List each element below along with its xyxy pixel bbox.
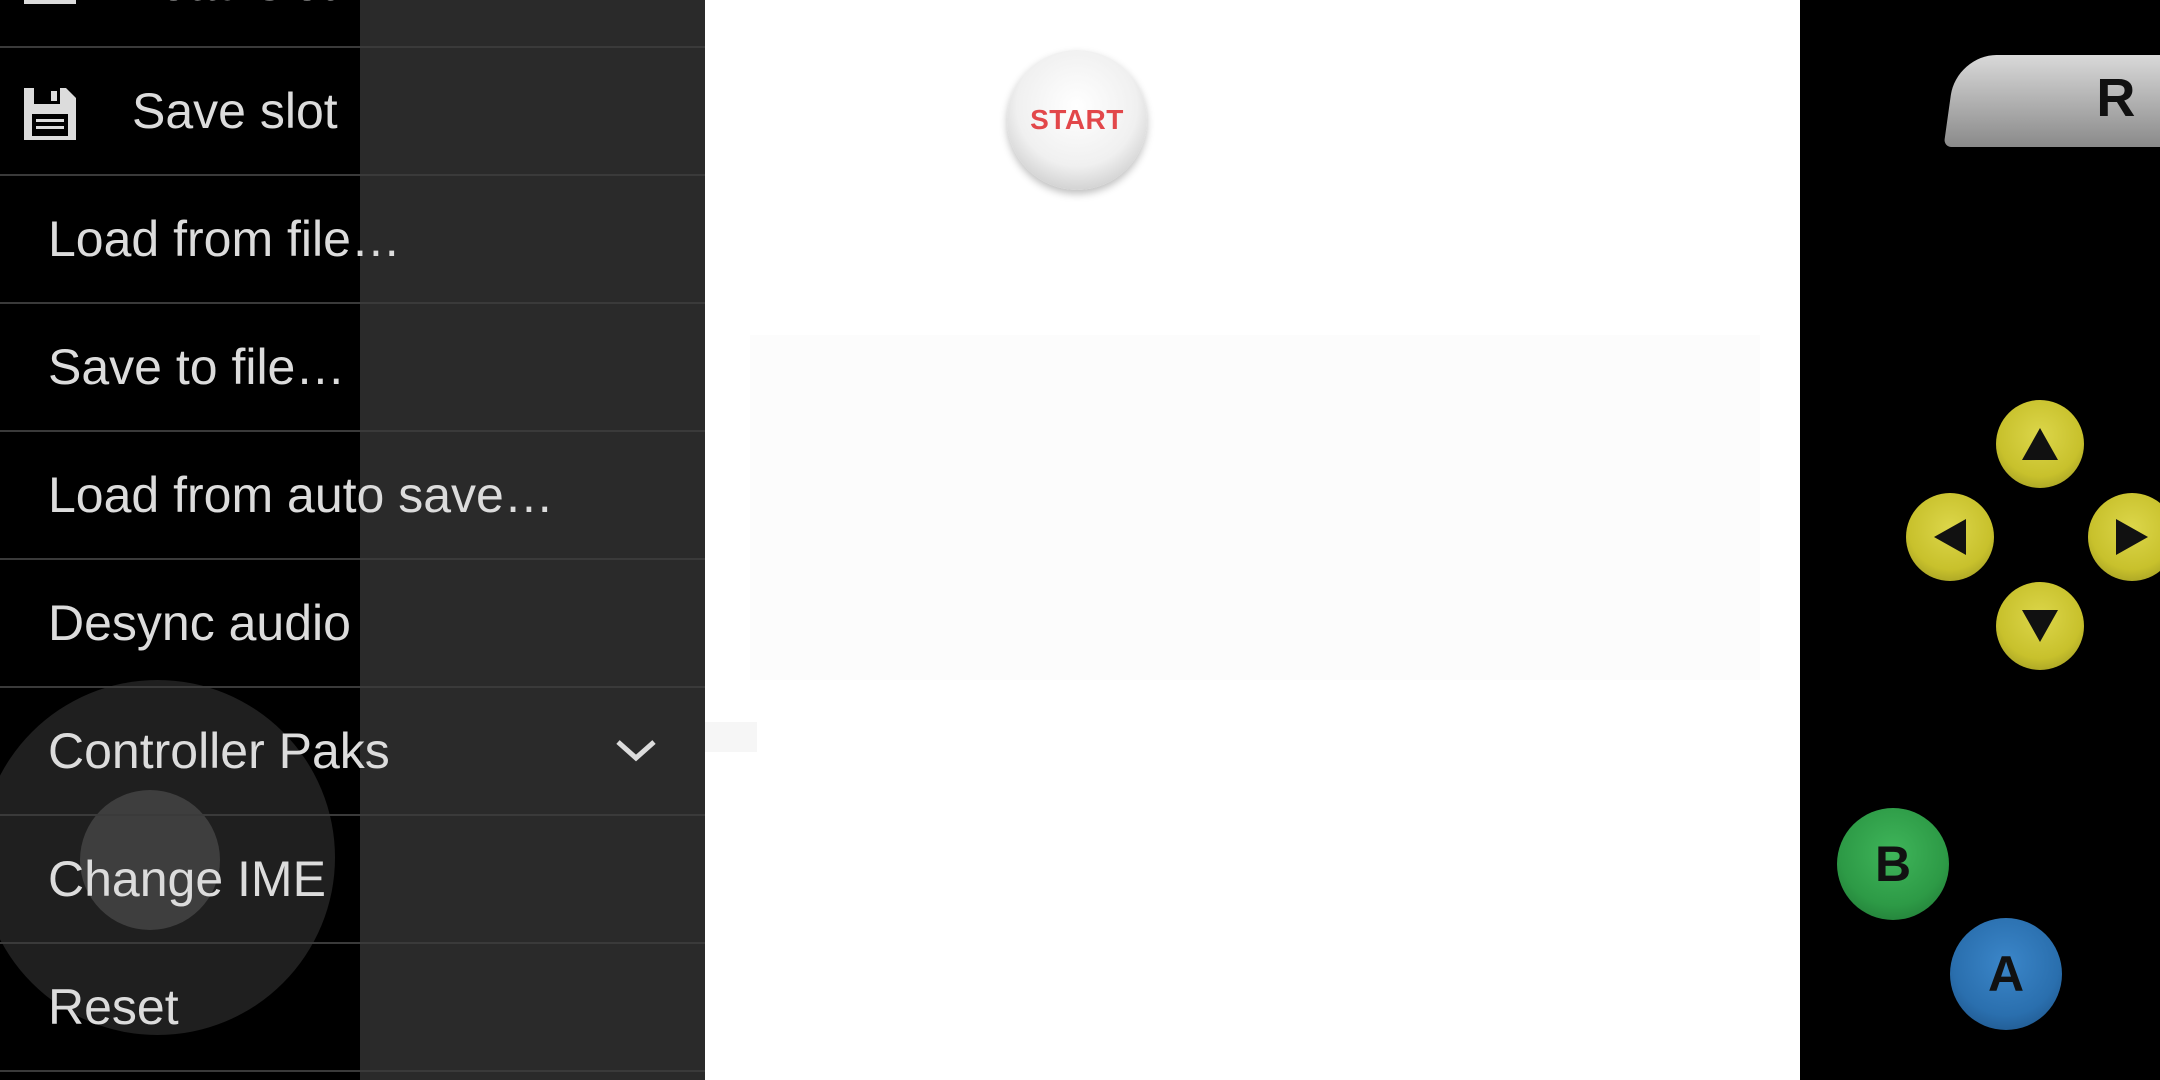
menu-item-label: Reset (48, 979, 179, 1035)
menu-item-controller-paks[interactable]: Controller Paks (0, 688, 705, 816)
menu-item-save-slot[interactable]: Save slot (0, 48, 705, 176)
c-down-button[interactable] (1996, 582, 2084, 670)
b-button[interactable]: B (1837, 808, 1949, 920)
menu-item-label: Load slot (132, 0, 335, 12)
a-button-label: A (1987, 946, 2025, 1002)
game-screen[interactable] (705, 0, 1800, 1080)
b-button-label: B (1874, 836, 1912, 892)
navigation-drawer: Load slot Save slot Load from file… Save… (0, 0, 705, 1080)
menu-item-load-from-file[interactable]: Load from file… (0, 176, 705, 304)
menu-item-save-to-file[interactable]: Save to file… (0, 304, 705, 432)
c-up-button[interactable] (1996, 400, 2084, 488)
start-button-label: START (1030, 104, 1124, 135)
menu-item-label: Change IME (48, 851, 326, 907)
folder-icon (24, 0, 76, 4)
menu-item-reset[interactable]: Reset (0, 944, 705, 1072)
a-button[interactable]: A (1950, 918, 2062, 1030)
menu-item-label: Controller Paks (48, 723, 390, 779)
triangle-left-icon (1934, 519, 1966, 555)
game-panel (750, 335, 1760, 680)
menu-item-label: Save slot (132, 83, 338, 139)
triangle-right-icon (2116, 519, 2148, 555)
triangle-up-icon (2022, 428, 2058, 460)
r-button-label: R (2096, 68, 2136, 128)
menu-item-label: Save to file… (48, 339, 346, 395)
menu-item-load-from-auto-save[interactable]: Load from auto save… (0, 432, 705, 560)
game-smudge (705, 722, 757, 752)
menu-item-label: Desync audio (48, 595, 351, 651)
r-shoulder-button[interactable]: R (1943, 55, 2160, 147)
drawer-menu: Load slot Save slot Load from file… Save… (0, 0, 705, 1072)
menu-item-change-ime[interactable]: Change IME (0, 816, 705, 944)
menu-item-load-slot[interactable]: Load slot (0, 0, 705, 48)
c-left-button[interactable] (1906, 493, 1994, 581)
triangle-down-icon (2022, 610, 2058, 642)
menu-item-desync-audio[interactable]: Desync audio (0, 560, 705, 688)
start-button[interactable]: START (1007, 50, 1147, 190)
menu-item-label: Load from file… (48, 211, 401, 267)
menu-item-label: Load from auto save… (48, 467, 554, 523)
chevron-down-icon (616, 740, 656, 762)
floppy-disk-icon (24, 88, 76, 140)
